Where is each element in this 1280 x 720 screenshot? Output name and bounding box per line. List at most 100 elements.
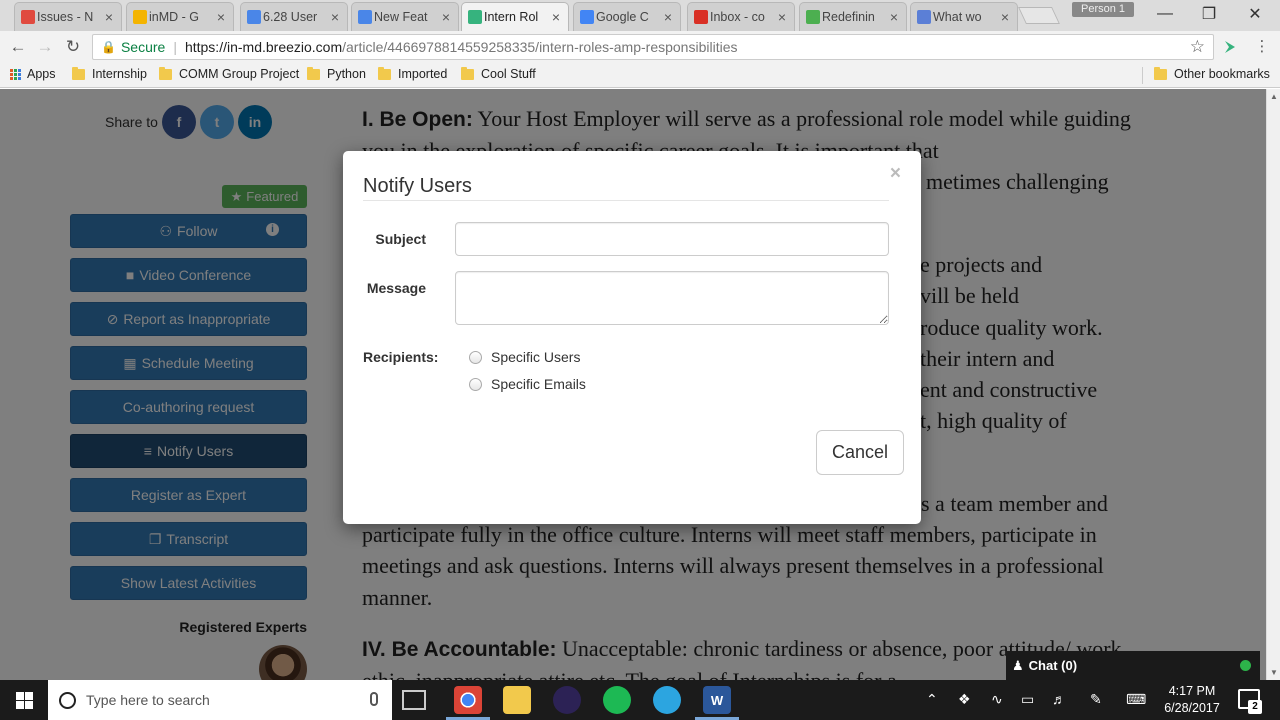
address-bar[interactable]: 🔒 Secure | https://in-md.breezio.com/art…: [92, 34, 1214, 60]
lock-icon: 🔒: [101, 40, 116, 54]
radio-button[interactable]: [469, 350, 482, 364]
url-separator: |: [173, 39, 177, 55]
browser-toolbar: ← → ↻ 🔒 Secure | https://in-md.breezio.c…: [0, 31, 1280, 63]
file-explorer-icon[interactable]: [503, 686, 531, 714]
tab-close-icon[interactable]: ×: [890, 9, 898, 25]
eclipse-icon[interactable]: [553, 686, 581, 714]
tab-close-icon[interactable]: ×: [778, 9, 786, 25]
tab-title: Google C: [596, 10, 649, 24]
dropbox-icon[interactable]: ❖: [958, 691, 971, 708]
search-placeholder: Type here to search: [86, 692, 210, 708]
reload-icon[interactable]: ↻: [63, 37, 83, 57]
pen-icon[interactable]: ✎: [1090, 691, 1102, 708]
tab-close-icon[interactable]: ×: [331, 9, 339, 25]
chrome-taskbar-icon[interactable]: [454, 686, 482, 714]
keyboard-icon[interactable]: ⌨: [1126, 691, 1146, 708]
radio-specific-users[interactable]: Specific Users: [469, 349, 580, 365]
browser-tab[interactable]: What wo ×: [910, 2, 1018, 31]
url-host: https://in-md.breezio.com: [184, 39, 343, 55]
browser-tab[interactable]: Issues - N ×: [14, 2, 122, 31]
tray-chevron-icon[interactable]: ⌃: [926, 691, 938, 708]
tab-favicon-icon: [21, 10, 35, 24]
bookmark-label: Cool Stuff: [481, 67, 536, 81]
spotify-icon[interactable]: [603, 686, 631, 714]
tab-close-icon[interactable]: ×: [442, 9, 450, 25]
volume-icon[interactable]: ♬: [1052, 691, 1066, 707]
bookmarks-bar: Apps Internship COMM Group Project Pytho…: [0, 63, 1280, 88]
message-textarea[interactable]: [455, 271, 889, 325]
cancel-button[interactable]: Cancel: [816, 430, 904, 475]
browser-tab[interactable]: inMD - G ×: [126, 2, 234, 31]
minimize-button[interactable]: —: [1142, 0, 1188, 28]
folder-icon: [1154, 66, 1167, 80]
tab-favicon-icon: [580, 10, 594, 24]
folder-icon: [378, 66, 391, 80]
bookmark-other[interactable]: Other bookmarks: [1154, 66, 1270, 81]
tab-close-icon[interactable]: ×: [217, 9, 225, 25]
tab-close-icon[interactable]: ×: [1001, 9, 1009, 25]
notification-badge: 2: [1248, 700, 1262, 714]
chat-widget[interactable]: ♟ Chat (0): [1006, 651, 1260, 680]
apps-icon: [10, 68, 21, 80]
radio-label: Specific Emails: [491, 376, 586, 392]
tab-favicon-icon: [917, 10, 931, 24]
task-view-icon[interactable]: [402, 690, 426, 710]
browser-tab[interactable]: Intern Rol ×: [461, 2, 569, 31]
menu-icon[interactable]: ⋮: [1252, 37, 1272, 57]
chat-label: Chat (0): [1028, 658, 1078, 673]
tab-favicon-icon: [133, 10, 147, 24]
start-button[interactable]: [0, 680, 48, 720]
telegram-icon[interactable]: [653, 686, 681, 714]
taskbar-clock[interactable]: 4:17 PM 6/28/2017: [1150, 683, 1234, 717]
tab-close-icon[interactable]: ×: [664, 9, 672, 25]
tab-close-icon[interactable]: ×: [105, 9, 113, 25]
subject-input[interactable]: [455, 222, 889, 256]
page-scrollbar[interactable]: ▲ ▼: [1266, 89, 1280, 680]
tab-title: inMD - G: [149, 10, 199, 24]
bookmark-internship[interactable]: Internship: [72, 66, 147, 81]
bookmark-comm-group-project[interactable]: COMM Group Project: [159, 66, 299, 81]
message-label: Message: [366, 280, 426, 296]
close-icon[interactable]: ×: [890, 163, 901, 185]
recipients-label: Recipients:: [363, 349, 439, 365]
tab-title: Redefinin: [822, 10, 875, 24]
browser-tab[interactable]: New Feat ×: [351, 2, 459, 31]
breezio-extension-icon[interactable]: [1222, 39, 1238, 55]
url-path: /article/4466978814559258335/intern-role…: [342, 39, 738, 55]
tab-close-icon[interactable]: ×: [552, 9, 560, 25]
bookmark-label: Imported: [398, 67, 448, 81]
bookmark-cool-stuff[interactable]: Cool Stuff: [461, 66, 536, 81]
browser-tab[interactable]: Inbox - co ×: [687, 2, 795, 31]
battery-icon[interactable]: ▭: [1021, 691, 1034, 708]
bookmark-label: Internship: [92, 67, 147, 81]
bookmark-imported[interactable]: Imported: [378, 66, 448, 81]
scroll-up-icon[interactable]: ▲: [1270, 92, 1278, 101]
tab-favicon-icon: [806, 10, 820, 24]
tab-title: 6.28 User: [263, 10, 318, 24]
tab-favicon-icon: [694, 10, 708, 24]
profile-button[interactable]: Person 1: [1072, 2, 1134, 17]
wifi-icon[interactable]: ∿: [991, 691, 1003, 708]
scroll-down-icon[interactable]: ▼: [1270, 668, 1278, 677]
browser-tab[interactable]: 6.28 User ×: [240, 2, 348, 31]
word-icon[interactable]: W: [703, 686, 731, 714]
forward-icon[interactable]: →: [35, 37, 55, 57]
bookmark-apps[interactable]: Apps: [10, 67, 56, 81]
cortana-icon: [59, 691, 76, 709]
close-window-button[interactable]: ✕: [1232, 0, 1278, 28]
tab-favicon-icon: [247, 10, 261, 24]
clock-time: 4:17 PM: [1168, 684, 1216, 698]
bookmark-python[interactable]: Python: [307, 66, 366, 81]
radio-button[interactable]: [469, 377, 482, 391]
radio-specific-emails[interactable]: Specific Emails: [469, 376, 586, 392]
new-tab-button[interactable]: [1018, 7, 1060, 24]
restore-button[interactable]: ❐: [1186, 0, 1232, 28]
bookmark-star-icon[interactable]: ☆: [1190, 37, 1205, 57]
microphone-icon[interactable]: [370, 692, 378, 706]
browser-tab[interactable]: Google C ×: [573, 2, 681, 31]
taskbar-search-box[interactable]: Type here to search: [48, 680, 392, 720]
chat-icon: ♟: [1012, 657, 1024, 673]
browser-tab[interactable]: Redefinin ×: [799, 2, 907, 31]
back-icon[interactable]: ←: [8, 37, 28, 57]
folder-icon: [72, 66, 85, 80]
